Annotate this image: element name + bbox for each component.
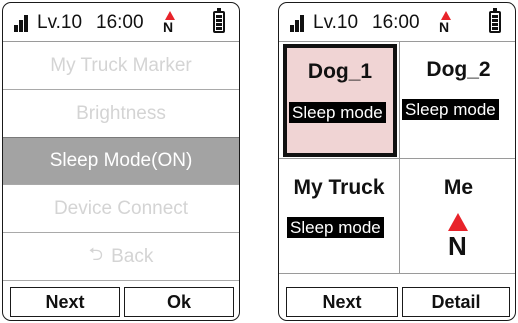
menu-item-device-connect[interactable]: Device Connect bbox=[3, 185, 239, 233]
sleep-mode-badge: Sleep mode bbox=[289, 102, 386, 123]
cell-title: Dog_1 bbox=[307, 60, 373, 83]
next-button[interactable]: Next bbox=[286, 287, 398, 317]
back-arrow-icon: ⮌ bbox=[88, 243, 104, 264]
settings-screen: Lv.10 16:00 N My Truck Marker Brightness… bbox=[2, 2, 240, 321]
sleep-mode-badge: Sleep mode bbox=[402, 99, 499, 120]
menu-item-sleep-mode[interactable]: Sleep Mode(ON) bbox=[3, 137, 239, 185]
battery-icon bbox=[489, 8, 501, 33]
cell-title: Me bbox=[443, 176, 474, 199]
status-bar: Lv.10 16:00 N bbox=[279, 3, 515, 42]
tracker-grid-screen: Lv.10 16:00 N Dog_1 Sleep mode Dog_2 Sle… bbox=[278, 2, 516, 321]
signal-icon bbox=[290, 15, 310, 32]
clock: 16:00 bbox=[96, 12, 144, 33]
detail-button[interactable]: Detail bbox=[402, 287, 510, 317]
cell-title: My Truck bbox=[293, 176, 385, 199]
compass-icon: N bbox=[163, 11, 177, 35]
grid-bottom-line bbox=[279, 273, 515, 274]
menu-item-my-truck-marker[interactable]: My Truck Marker bbox=[3, 42, 239, 90]
tracker-cell-me[interactable]: Me N bbox=[400, 159, 515, 273]
signal-icon bbox=[14, 15, 34, 32]
tracker-cell-dog-2[interactable]: Dog_2 Sleep mode bbox=[400, 42, 515, 158]
level-indicator: Lv.10 bbox=[37, 12, 83, 33]
cell-title: Dog_2 bbox=[426, 58, 491, 81]
tracker-cell-dog-1[interactable]: Dog_1 Sleep mode bbox=[283, 44, 397, 157]
sleep-mode-badge: Sleep mode bbox=[287, 217, 384, 238]
menu-item-back[interactable]: ⮌ Back bbox=[3, 233, 239, 281]
status-bar: Lv.10 16:00 N bbox=[3, 3, 239, 42]
ok-button[interactable]: Ok bbox=[124, 287, 234, 317]
tracker-cell-my-truck[interactable]: My Truck Sleep mode bbox=[279, 159, 399, 273]
menu-item-brightness[interactable]: Brightness bbox=[3, 90, 239, 138]
level-indicator: Lv.10 bbox=[313, 12, 359, 33]
next-button[interactable]: Next bbox=[10, 287, 120, 317]
battery-icon bbox=[213, 8, 225, 33]
compass-icon: N bbox=[439, 11, 453, 35]
clock: 16:00 bbox=[372, 12, 420, 33]
